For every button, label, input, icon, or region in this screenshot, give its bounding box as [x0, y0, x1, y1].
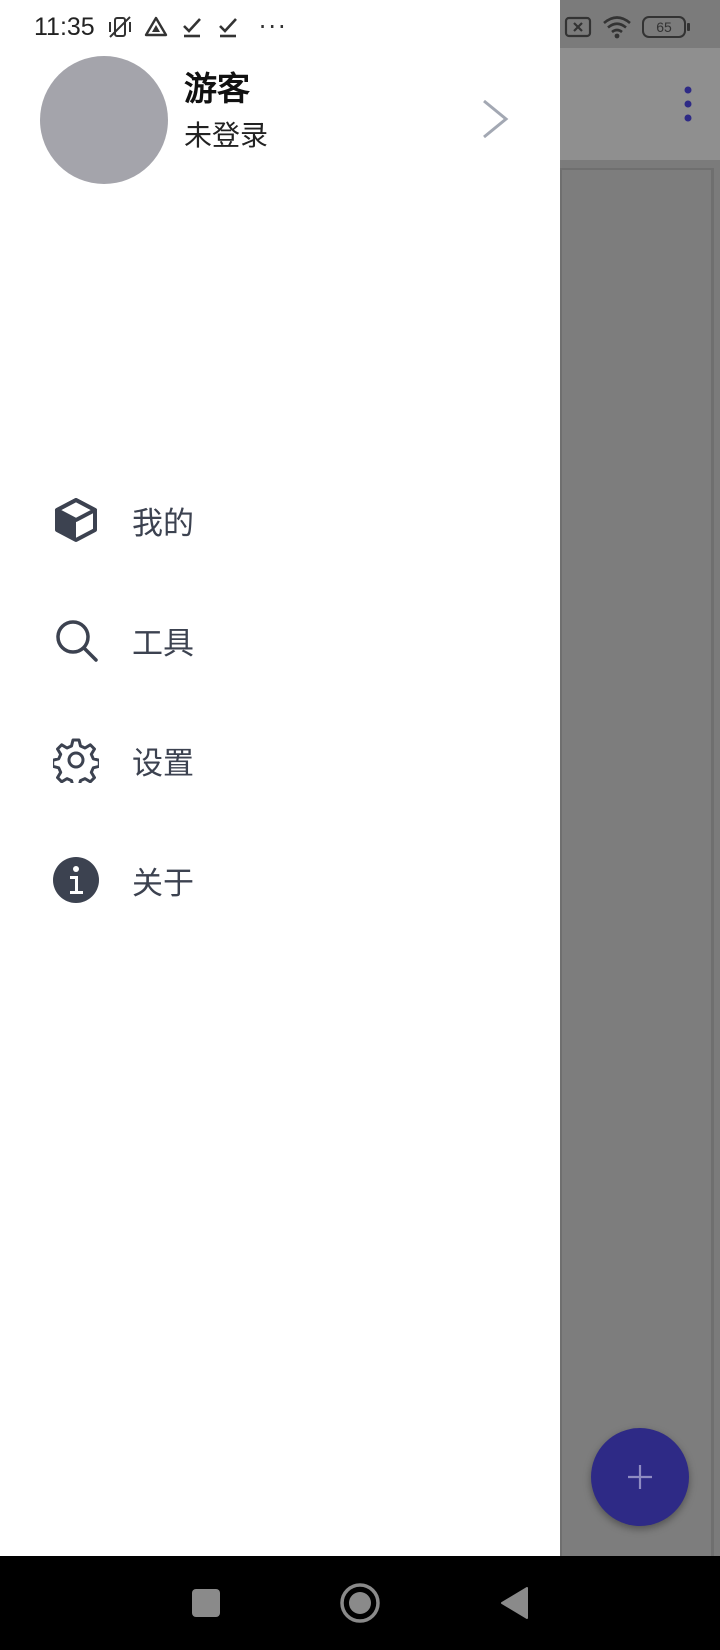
battery-icon: 65 — [642, 16, 690, 38]
login-status: 未登录 — [184, 119, 269, 152]
menu-item-tools[interactable]: 工具 — [0, 580, 560, 700]
wifi-icon — [603, 16, 631, 39]
app-toolbar — [560, 48, 720, 160]
cube-icon — [52, 496, 100, 544]
menu-item-label: 关于 — [132, 865, 194, 902]
screen: 游客 未登录 我的 工具 设置 关于 11:35 ··· 65 — [0, 0, 720, 1650]
check-icon — [218, 18, 237, 38]
battery-level: 65 — [656, 19, 672, 35]
profile-header[interactable]: 游客 未登录 — [40, 56, 520, 186]
menu-item-settings[interactable]: 设置 — [0, 700, 560, 820]
recents-button[interactable] — [184, 1581, 228, 1625]
home-button[interactable] — [338, 1581, 382, 1625]
menu-item-label: 工具 — [132, 625, 194, 662]
system-nav-bar — [0, 1556, 720, 1650]
info-icon — [52, 856, 100, 904]
back-triangle-icon — [501, 1587, 528, 1619]
menu-item-mine[interactable]: 我的 — [0, 460, 560, 580]
status-bar: 11:35 ··· 65 — [0, 0, 720, 54]
search-icon — [52, 616, 100, 664]
check-icon — [182, 18, 201, 38]
profile-name: 游客 — [184, 69, 250, 108]
add-fab-button[interactable] — [591, 1428, 689, 1526]
vibrate-off-icon — [108, 16, 131, 38]
drawer-menu: 我的 工具 设置 关于 — [0, 460, 560, 940]
avatar[interactable] — [40, 56, 168, 184]
status-time: 11:35 — [34, 12, 95, 41]
circle-icon — [340, 1583, 380, 1623]
square-icon — [192, 1589, 220, 1617]
menu-item-label: 设置 — [132, 745, 194, 782]
overflow-menu-icon[interactable] — [684, 86, 692, 122]
status-left: 11:35 ··· — [34, 13, 288, 42]
gear-icon — [52, 736, 100, 784]
navigation-drawer: 游客 未登录 我的 工具 设置 关于 — [0, 0, 560, 1556]
menu-item-about[interactable]: 关于 — [0, 820, 560, 940]
sim-off-icon — [564, 16, 592, 38]
back-button[interactable] — [492, 1581, 536, 1625]
plus-icon — [628, 1465, 652, 1489]
chevron-right-icon[interactable] — [480, 98, 510, 140]
more-notifications-icon: ··· — [258, 13, 288, 41]
app-content-card — [560, 168, 714, 1568]
status-right: 65 — [564, 14, 690, 40]
menu-item-label: 我的 — [132, 505, 194, 542]
drive-icon — [144, 16, 167, 37]
